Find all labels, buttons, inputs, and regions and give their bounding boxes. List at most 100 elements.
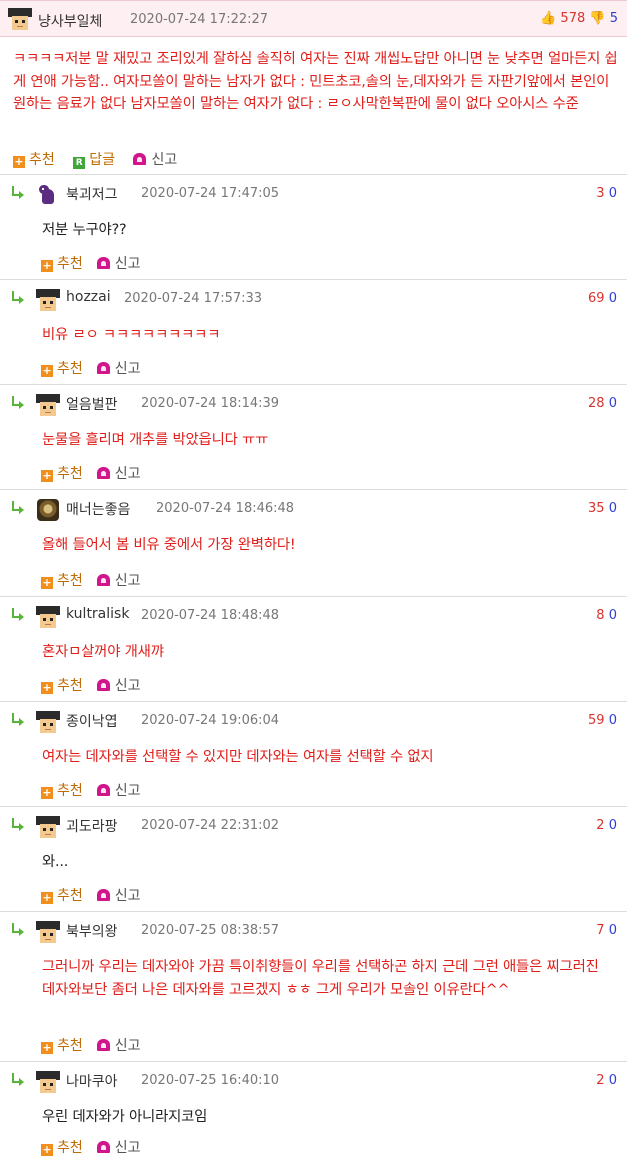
avatar (36, 394, 60, 416)
siren-icon (133, 153, 147, 165)
comment-actions: + 추천 신고 (41, 1035, 155, 1055)
comment-downvote-count[interactable]: 0 (609, 186, 617, 201)
comment-upvote-count[interactable]: 3 (596, 186, 604, 201)
post-actions: + 추천 R 답글 신고 (13, 149, 191, 169)
reply-button[interactable]: R 답글 (73, 149, 115, 169)
comment-author[interactable]: 종이낙엽 (66, 711, 118, 731)
comment-votes: 3 0 (596, 186, 617, 201)
plus-icon: + (41, 891, 53, 904)
comment-upvote-count[interactable]: 8 (596, 608, 604, 623)
plus-icon: + (41, 259, 53, 272)
plus-icon: + (41, 681, 53, 694)
comment-downvote-count[interactable]: 0 (609, 818, 617, 833)
comment-upvote-count[interactable]: 35 (588, 501, 605, 516)
report-button[interactable]: 신고 (96, 1035, 141, 1055)
recommend-button[interactable]: + 추천 (41, 885, 83, 905)
comment-downvote-count[interactable]: 0 (609, 608, 617, 623)
recommend-button[interactable]: + 추천 (41, 780, 83, 800)
comment-author[interactable]: 북괴저그 (66, 184, 118, 204)
recommend-button[interactable]: + 추천 (41, 253, 83, 273)
recommend-button[interactable]: + 추천 (41, 1035, 83, 1055)
post-downvote-count: 5 (609, 11, 618, 26)
comment-votes: 28 0 (588, 396, 617, 411)
plus-icon: + (41, 1143, 53, 1156)
comment-date: 2020-07-24 18:14:39 (141, 396, 280, 411)
comment-author[interactable]: kultralisk (66, 606, 129, 622)
reply-arrow-icon (10, 608, 24, 621)
comment-item: kultralisk 2020-07-24 18:48:48 8 0 혼자ㅁ살꺼야 개… (0, 596, 627, 701)
post-upvote-count: 578 (560, 11, 586, 26)
comment-author[interactable]: 괴도라팡 (66, 816, 118, 836)
plus-icon: + (41, 1041, 53, 1054)
siren-icon (96, 257, 110, 269)
recommend-button[interactable]: + 추천 (41, 675, 83, 695)
comment-date: 2020-07-24 22:31:02 (141, 818, 280, 833)
siren-icon (96, 467, 110, 479)
comment-date: 2020-07-25 08:38:57 (141, 923, 280, 938)
siren-icon (96, 784, 110, 796)
comment-author[interactable]: hozzai (66, 289, 111, 305)
post-header: 냥사부일체 2020-07-24 17:22:27 👍 578 👎 5 (0, 0, 627, 37)
comment-downvote-count[interactable]: 0 (609, 396, 617, 411)
report-button[interactable]: 신고 (96, 675, 141, 695)
report-button[interactable]: 신고 (96, 570, 141, 590)
report-button[interactable]: 신고 (96, 358, 141, 378)
avatar (36, 289, 60, 311)
plus-icon: + (41, 576, 53, 589)
report-button[interactable]: 신고 (96, 253, 141, 273)
comment-upvote-count[interactable]: 2 (596, 1073, 604, 1088)
recommend-button[interactable]: + 추천 (41, 1137, 83, 1157)
report-button[interactable]: 신고 (96, 885, 141, 905)
comment-author[interactable]: 나마쿠아 (66, 1071, 118, 1091)
recommend-button[interactable]: + 추천 (41, 463, 83, 483)
siren-icon (96, 889, 110, 901)
comment-downvote-count[interactable]: 0 (609, 1073, 617, 1088)
comment-author[interactable]: 매너는좋음 (66, 499, 130, 519)
comment-actions: + 추천 신고 (41, 780, 155, 800)
avatar (37, 184, 59, 206)
comment-upvote-count[interactable]: 69 (588, 291, 605, 306)
comment-actions: + 추천 신고 (41, 885, 155, 905)
reply-arrow-icon (10, 923, 24, 936)
comment-author[interactable]: 북부의왕 (66, 921, 118, 941)
comment-votes: 7 0 (596, 923, 617, 938)
comment-upvote-count[interactable]: 2 (596, 818, 604, 833)
comment-body: 그러니까 우리는 데자와야 가끔 특이취향들이 우리를 선택하곤 하지 근데 그… (42, 959, 599, 998)
comment-downvote-count[interactable]: 0 (609, 291, 617, 306)
reply-arrow-icon (10, 501, 24, 514)
plus-icon: + (41, 469, 53, 482)
comment-downvote-count[interactable]: 0 (609, 923, 617, 938)
recommend-button[interactable]: + 추천 (41, 358, 83, 378)
recommend-button[interactable]: + 추천 (41, 570, 83, 590)
comment-votes: 2 0 (596, 1073, 617, 1088)
comment-downvote-count[interactable]: 0 (609, 713, 617, 728)
plus-icon: + (41, 364, 53, 377)
comment-body: 비유 ㄹㅇ ㅋㅋㅋㅋㅋㅋㅋㅋㅋ (42, 327, 221, 343)
avatar (36, 816, 60, 838)
report-button[interactable]: 신고 (96, 780, 141, 800)
recommend-button[interactable]: + 추천 (13, 149, 55, 169)
comment-date: 2020-07-24 17:57:33 (124, 291, 263, 306)
comment-item: 매너는좋음 2020-07-24 18:46:48 35 0 올해 들어서 봄 비유 … (0, 489, 627, 596)
report-button[interactable]: 신고 (96, 1137, 141, 1157)
plus-icon: + (13, 155, 25, 168)
comment-votes: 8 0 (596, 608, 617, 623)
comment-author[interactable]: 얼음벌판 (66, 394, 118, 414)
comment-item: 종이낙엽 2020-07-24 19:06:04 59 0 여자는 데자와를 선택할 … (0, 701, 627, 806)
comment-body: 저분 누구야?? (42, 222, 127, 238)
report-button[interactable]: 신고 (96, 463, 141, 483)
comment-upvote-count[interactable]: 7 (596, 923, 604, 938)
comment-upvote-count[interactable]: 28 (588, 396, 605, 411)
comment-item: 북부의왕 2020-07-25 08:38:57 7 0 그러니까 우리는 데자와야 … (0, 911, 627, 1061)
reply-arrow-icon (10, 1073, 24, 1086)
comment-actions: + 추천 신고 (41, 463, 155, 483)
comment-body: 와... (42, 854, 69, 870)
thumbs-up-icon[interactable]: 👍 (540, 11, 556, 26)
reply-icon: R (73, 157, 86, 169)
report-button[interactable]: 신고 (133, 149, 177, 169)
comment-downvote-count[interactable]: 0 (609, 501, 617, 516)
thumbs-down-icon[interactable]: 👎 (589, 11, 605, 26)
comment-upvote-count[interactable]: 59 (588, 713, 605, 728)
post-author[interactable]: 냥사부일체 (38, 11, 102, 31)
avatar (8, 8, 32, 30)
